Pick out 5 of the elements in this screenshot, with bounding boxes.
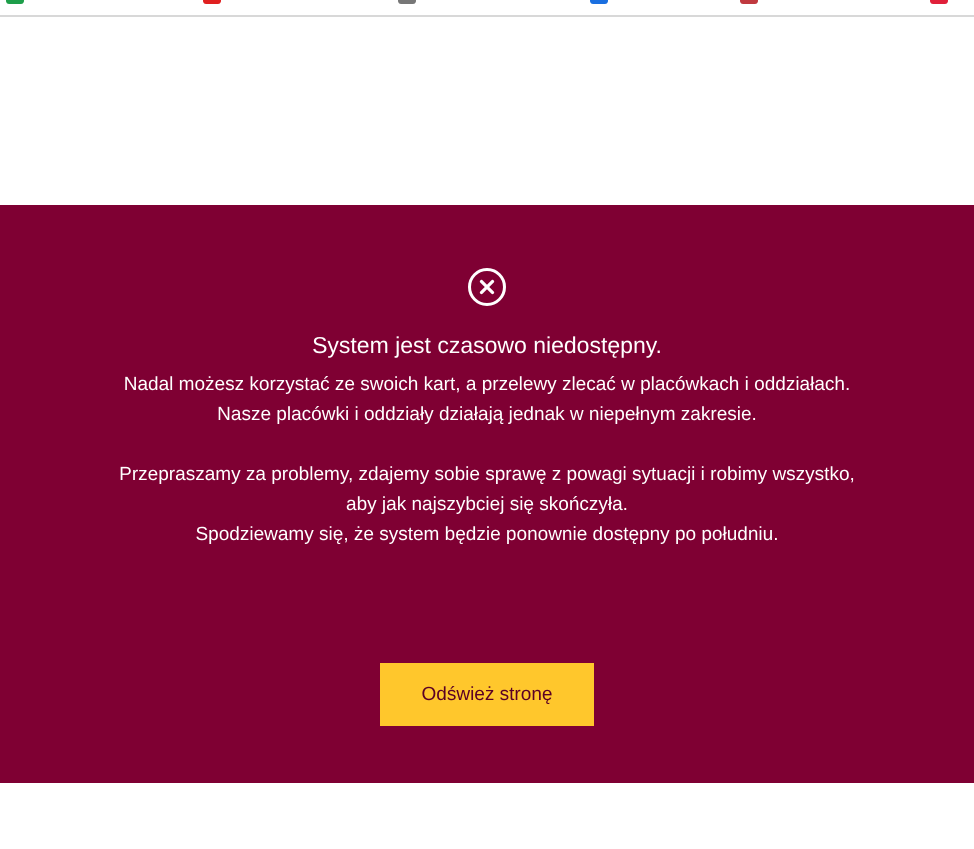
error-title: System jest czasowo niedostępny. xyxy=(312,331,662,360)
error-message: Przepraszamy za problemy, zdajemy sobie sprawę z powagi sytuacji i robimy wszystko, aby jak najszybciej się skończyła. Spodziewamy się, że system będzie ponownie dostępny po południu. xyxy=(119,463,855,547)
error-icon xyxy=(467,267,507,307)
refresh-button[interactable]: Odśwież stronę xyxy=(380,663,594,726)
error-message: Nadal możesz korzystać ze swoich kart, a przelewy zlecać w placówkach i oddziałach. Nasze placówki i oddziały działają jednak w niepełnym zakresie. xyxy=(124,373,850,427)
